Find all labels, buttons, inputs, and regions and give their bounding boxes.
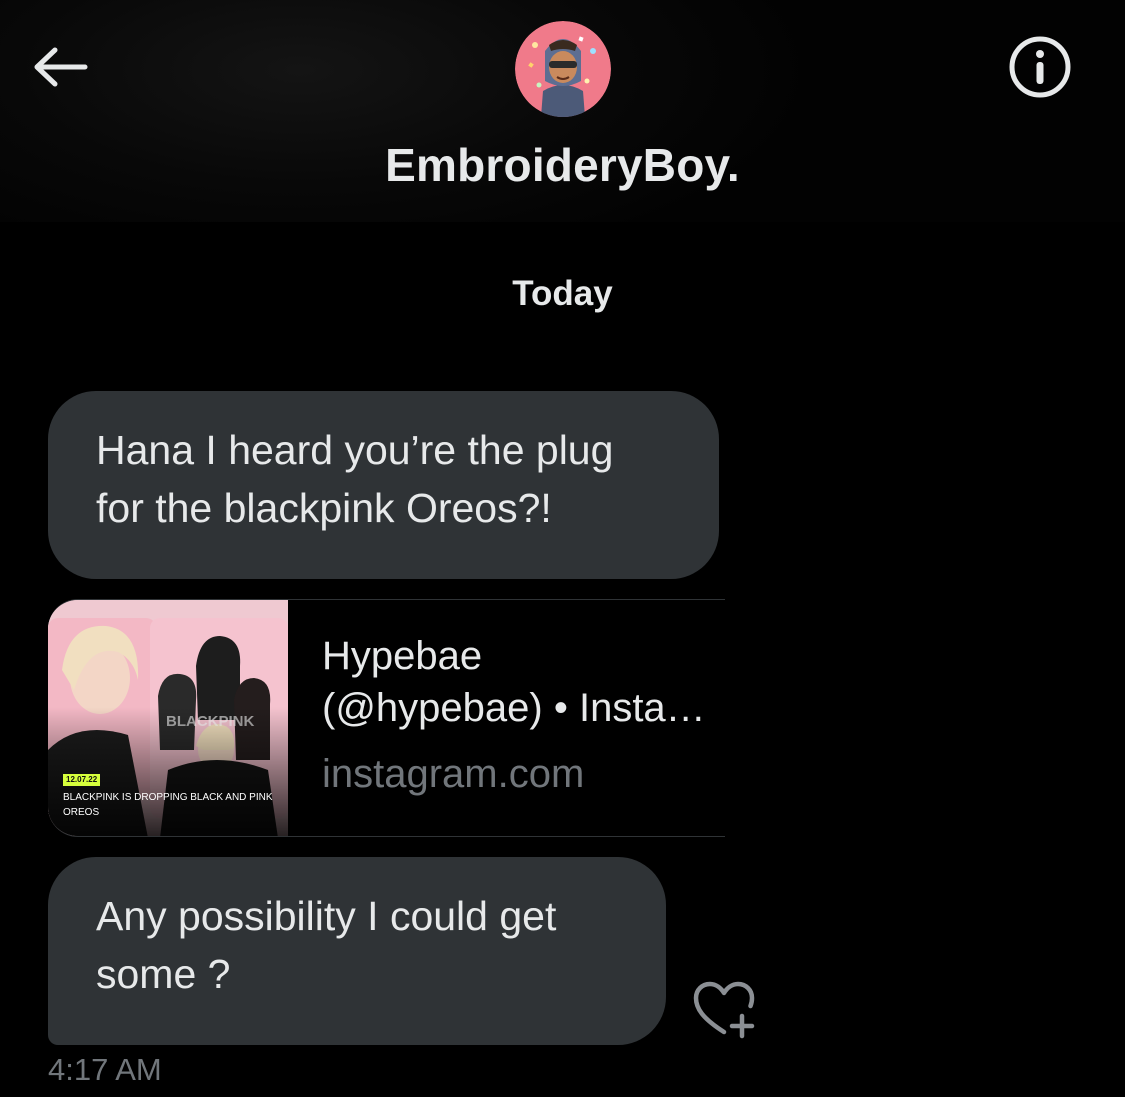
link-domain: instagram.com (322, 752, 585, 796)
message-bubble[interactable]: Any possibility I could get some ? (48, 857, 666, 1045)
avatar[interactable] (515, 21, 611, 117)
conversation-title[interactable]: EmbroideryBoy. (0, 138, 1125, 192)
message-bubble[interactable]: Hana I heard you’re the plug for the bla… (48, 391, 719, 579)
thumbnail-date-tag: 12.07.22 (63, 774, 101, 786)
avatar-image (515, 21, 611, 117)
date-divider: Today (512, 274, 613, 313)
link-title-line-1: Hypebae (322, 634, 483, 678)
link-title: Hypebae (@hypebae) • Instagram photos an… (322, 630, 722, 734)
arrow-left-icon (34, 47, 88, 87)
dm-conversation-screen: EmbroideryBoy. Today Hana I heard you’re… (0, 0, 1125, 1097)
react-button[interactable] (692, 980, 762, 1040)
conversation-header: EmbroideryBoy. (0, 0, 1125, 222)
info-circle-icon (1009, 36, 1071, 98)
link-title-line-2: (@hypebae) • Instagram photos and videos (322, 686, 722, 730)
link-thumbnail: BLACKPINK 12.07.22 BLACKPINK IS DROPPING… (48, 600, 288, 836)
info-button[interactable] (1007, 34, 1073, 100)
thumbnail-caption: BLACKPINK IS DROPPING BLACK AND PINK ORE… (63, 792, 273, 818)
back-button[interactable] (30, 38, 92, 96)
message-timestamp: 4:17 AM (48, 1052, 162, 1087)
link-preview-card[interactable]: BLACKPINK 12.07.22 BLACKPINK IS DROPPING… (48, 599, 725, 837)
heart-plus-icon (693, 981, 755, 1039)
